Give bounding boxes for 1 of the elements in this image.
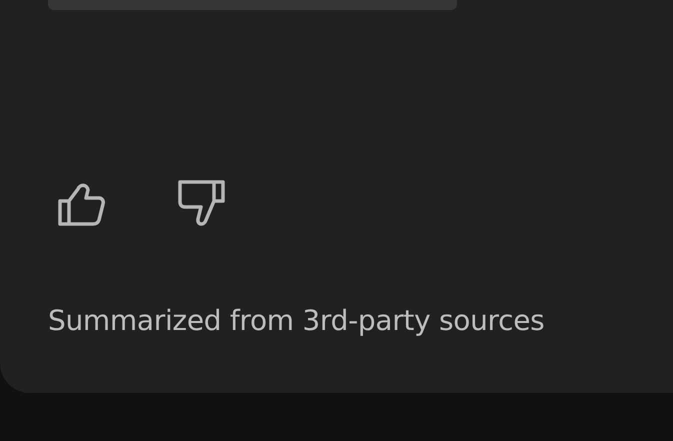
source-note: Summarized from 3rd-party sources <box>48 304 546 337</box>
